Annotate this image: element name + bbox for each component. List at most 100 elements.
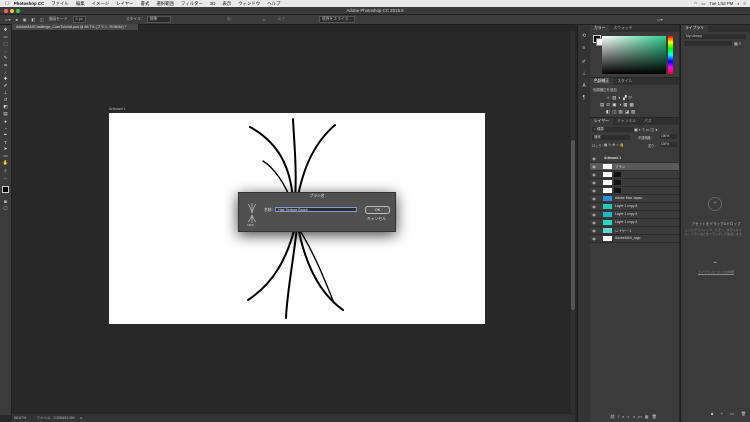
workspace-icon[interactable]: ▭▾ [657, 17, 663, 22]
menu-app-name[interactable]: Photoshop CC [14, 1, 45, 6]
menu-list-icon[interactable]: ≡ [744, 1, 746, 6]
dodge-tool-icon[interactable]: ◔ [2, 125, 9, 131]
style-select[interactable]: 標準 [146, 16, 171, 23]
visibility-eye-icon[interactable]: ◉ [591, 228, 597, 233]
character-icon[interactable]: A [581, 83, 587, 89]
layer-filter-icons[interactable]: ▣◐T▭◫● [634, 127, 659, 132]
healing-brush-tool-icon[interactable]: ✚ [2, 76, 9, 82]
tab-adjustments[interactable]: 色調補正 [590, 78, 614, 85]
document-tab[interactable]: AdobeMAXChallenge_CoreTutorial.psd @ 66.… [12, 24, 139, 30]
brush-presets-icon[interactable]: ✐ [581, 59, 587, 65]
add-asset-icon[interactable]: + [708, 197, 722, 211]
path-select-tool-icon[interactable]: ➤ [2, 146, 9, 152]
menu-type[interactable]: 書式 [141, 1, 150, 7]
status-arrow-icon[interactable]: ▸ [81, 416, 83, 420]
visibility-eye-icon[interactable]: ◉ [591, 156, 597, 161]
tab-libraries[interactable]: ライブラリ [681, 25, 708, 32]
search-icon[interactable]: ⌕ [737, 1, 739, 6]
layer-row[interactable]: ◉ [590, 171, 679, 179]
tab-styles[interactable]: スタイル [613, 79, 636, 84]
lasso-tool-icon[interactable]: ◌ [2, 48, 9, 54]
tab-color[interactable]: カラー [590, 25, 610, 32]
battery-icon[interactable]: ▭ [701, 1, 705, 6]
menu-view[interactable]: 表示 [222, 1, 231, 7]
layer-row[interactable]: ◉ [590, 179, 679, 187]
artboard-label[interactable]: Artboard 1 [109, 107, 126, 111]
hand-tool-icon[interactable]: ✋ [2, 160, 9, 166]
visibility-eye-icon[interactable]: ◉ [591, 196, 597, 201]
quick-select-tool-icon[interactable]: ✎ [2, 55, 9, 61]
paragraph-icon[interactable]: ¶ [581, 95, 587, 101]
menu-image[interactable]: イメージ [92, 1, 109, 7]
crop-tool-icon[interactable]: ⌗ [2, 62, 9, 68]
gradient-tool-icon[interactable]: ▤ [2, 111, 9, 117]
library-footer-icons[interactable]: ■ + ▭ 🗑 [711, 411, 749, 416]
opacity-input[interactable]: 100% [660, 134, 677, 139]
tab-swatches[interactable]: スウォッチ [609, 26, 636, 31]
subtract-selection-icon[interactable]: ◧ [31, 17, 35, 22]
lock-icons[interactable]: ▦✎✥⌂🔒 [604, 143, 625, 147]
brush-name-input[interactable]: Hair Texture Brush [275, 207, 357, 212]
library-help-link[interactable]: ライブラリについての詳細 [685, 270, 747, 274]
layer-row[interactable]: ◉ Layer 1 copy 8 [590, 203, 679, 211]
foreground-color-swatch[interactable] [2, 186, 9, 193]
properties-icon[interactable]: ≡ [581, 45, 587, 51]
layer-row[interactable]: ◉ Layer 1 copy 9 [590, 211, 679, 219]
tab-paths[interactable]: パス [640, 119, 656, 124]
quick-mask-icon[interactable]: ◙ [2, 198, 9, 204]
screen-mode-icon[interactable]: ▢ [2, 205, 9, 211]
view-toggle-icons[interactable]: ▦ ≡ [734, 41, 741, 46]
adjustment-icons-row-2[interactable]: ▤⚖▣◑▦▩ [600, 102, 636, 108]
layer-row[interactable]: ◉ Adobe Max Japan [590, 195, 679, 203]
cancel-button[interactable]: キャンセル [365, 216, 388, 222]
layer-row[interactable]: ◉ [590, 187, 679, 195]
visibility-eye-icon[interactable]: ◉ [591, 188, 597, 193]
move-tool-icon[interactable]: ✥ [2, 27, 9, 33]
adjustment-icons-row-1[interactable]: ☼▥◐▞▽ [606, 95, 634, 101]
eraser-tool-icon[interactable]: ◩ [2, 104, 9, 110]
refine-edge-button[interactable]: 境界をスライス… [318, 16, 356, 23]
ok-button[interactable]: OK [365, 206, 390, 214]
library-search-input[interactable] [684, 41, 732, 46]
menu-help[interactable]: ヘルプ [267, 1, 280, 7]
layer-filter-kind[interactable]: ⌕ 種類 [592, 127, 634, 132]
feather-input[interactable]: 0 px [72, 16, 86, 23]
menu-edit[interactable]: 編集 [76, 1, 85, 7]
visibility-eye-icon[interactable]: ◉ [591, 236, 597, 241]
history-brush-tool-icon[interactable]: ↺ [2, 97, 9, 103]
layers-footer-icons[interactable]: ⛓fx◐◑▭▦🗑 [610, 414, 660, 419]
add-selection-icon[interactable]: ▣ [23, 17, 27, 22]
visibility-eye-icon[interactable]: ◉ [591, 212, 597, 217]
visibility-eye-icon[interactable]: ◉ [591, 172, 597, 177]
pen-tool-icon[interactable]: ✒ [2, 132, 9, 138]
menu-select[interactable]: 選択範囲 [156, 1, 174, 7]
marquee-tool-icon[interactable]: ⬚ [2, 41, 9, 47]
menu-3d[interactable]: 3D [210, 1, 216, 6]
visibility-eye-icon[interactable]: ◉ [591, 180, 597, 185]
menu-window[interactable]: ウィンドウ [238, 1, 260, 7]
clock[interactable]: Tue 1:52 PM [709, 1, 733, 6]
zoom-level[interactable]: 66.67% [14, 416, 26, 420]
adjustment-icons-row-3[interactable]: ◧◫▧◪▨ [606, 109, 637, 115]
wifi-icon[interactable]: ◠ [694, 1, 698, 6]
zoom-tool-icon[interactable]: ⌕ [2, 167, 9, 173]
blur-tool-icon[interactable]: ● [2, 118, 9, 124]
tab-layers[interactable]: レイヤー [590, 118, 614, 125]
hue-slider[interactable] [668, 36, 673, 74]
library-select[interactable]: My Library [684, 34, 746, 39]
layer-row[interactable]: ◉ AdobeMAX_logo [590, 235, 679, 243]
rectangle-tool-icon[interactable]: ▭ [2, 153, 9, 159]
visibility-eye-icon[interactable]: ◉ [591, 204, 597, 209]
fill-input[interactable]: 100% [660, 142, 677, 147]
layer-row[interactable]: ◉ Artboard 1 [590, 155, 679, 163]
tab-channels[interactable]: チャンネル [613, 119, 640, 124]
menu-layer[interactable]: レイヤー [116, 1, 133, 7]
swap-icon[interactable]: ⇄ [262, 17, 265, 22]
clone-stamp-tool-icon[interactable]: ⊥ [2, 90, 9, 96]
menu-file[interactable]: ファイル [51, 1, 69, 7]
apple-icon[interactable]:  [5, 1, 9, 7]
layer-row-selected[interactable]: ◉ ブラシ [590, 163, 679, 171]
layer-row[interactable]: ◉ Layer 1 copy 4 [590, 219, 679, 227]
menu-filter[interactable]: フィルター [181, 1, 203, 7]
eyedropper-tool-icon[interactable]: ⁄ [2, 69, 9, 75]
